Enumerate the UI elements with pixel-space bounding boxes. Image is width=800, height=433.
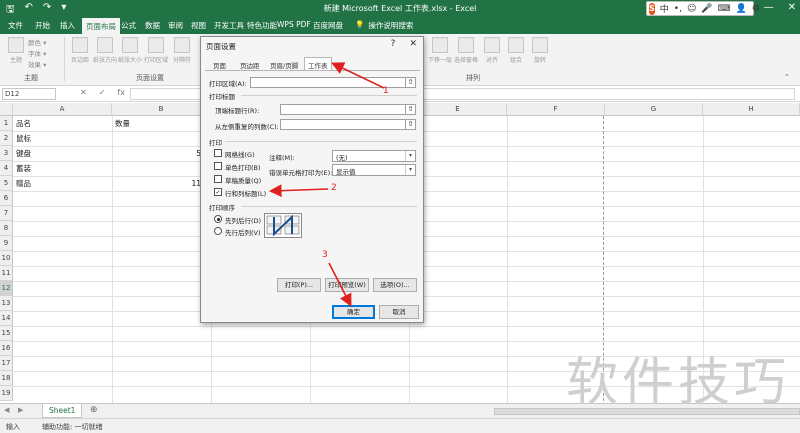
annotation-label-3: 3 <box>322 250 328 260</box>
arrow-1 <box>331 62 385 89</box>
annotation-label-1: 1 <box>383 86 389 96</box>
arrow-2 <box>268 184 329 198</box>
arrow-3 <box>328 262 352 307</box>
annotation-label-2: 2 <box>331 183 337 193</box>
watermark-text: 软件技巧 <box>566 353 791 413</box>
